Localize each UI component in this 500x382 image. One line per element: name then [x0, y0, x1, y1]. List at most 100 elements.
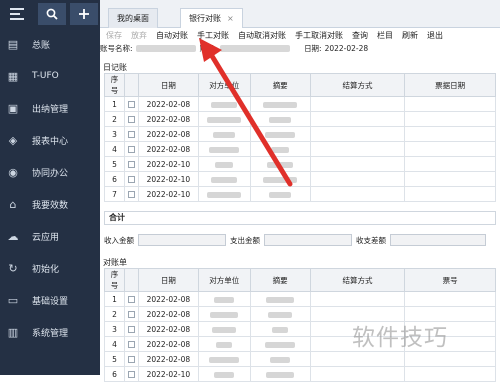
table-row[interactable]: 5 2022-02-10 — [104, 156, 496, 172]
table-row[interactable]: 3 2022-02-08 — [104, 126, 496, 142]
redacted-text — [207, 116, 242, 123]
account-info: 账号名称: 账号: 日期: 2022-02-28 — [100, 42, 500, 54]
statement-col-header[interactable]: 对方单位 — [197, 268, 251, 292]
toolbar-item-7[interactable]: 查询 — [352, 30, 368, 41]
row-select-cell — [123, 291, 139, 307]
journal-col-header[interactable]: 序号 — [104, 73, 125, 97]
row-checkbox[interactable] — [127, 296, 135, 303]
sidebar-item-3[interactable]: ▣ 出纳管理 — [0, 92, 100, 124]
row-cell — [404, 351, 496, 367]
statement-col-header[interactable] — [123, 268, 139, 292]
row-select-cell — [123, 366, 139, 382]
tab-my-desktop[interactable]: 我的桌面 — [108, 8, 158, 28]
row-number: 2 — [104, 306, 125, 322]
toolbar-item-5[interactable]: 自动取消对账 — [238, 30, 286, 41]
statement-col-header[interactable]: 日期 — [137, 268, 199, 292]
row-date: 2022-02-10 — [137, 186, 199, 202]
amounts-row: 收入金额 支出金额 收支差额 — [100, 233, 500, 247]
toolbar-item-1[interactable]: 保存 — [106, 30, 122, 41]
row-number: 2 — [104, 111, 125, 127]
row-cell — [249, 186, 311, 202]
table-row[interactable]: 4 2022-02-08 — [104, 141, 496, 157]
row-checkbox[interactable] — [127, 311, 135, 318]
toolbar-item-4[interactable]: 手工对账 — [197, 30, 229, 41]
redacted-text — [211, 176, 238, 183]
sidebar-item-5[interactable]: ◉ 协同办公 — [0, 156, 100, 188]
table-row[interactable]: 5 2022-02-08 — [104, 351, 496, 367]
sidebar-item-label: 基础设置 — [32, 296, 69, 307]
statement-col-header[interactable]: 摘要 — [249, 268, 311, 292]
sidebar-item-label: 云应用 — [32, 232, 60, 243]
table-row[interactable]: 7 2022-02-10 — [104, 186, 496, 202]
toolbar-item-8[interactable]: 栏目 — [377, 30, 393, 41]
journal-subtotal-row: 合计 — [104, 211, 496, 225]
tab-bank-reconciliation[interactable]: 银行对账 × — [180, 8, 243, 28]
initialize-icon: ↻ — [8, 261, 18, 275]
expense-amount-field[interactable] — [264, 234, 352, 246]
table-row[interactable]: 1 2022-02-08 — [104, 96, 496, 112]
sidebar-item-2[interactable]: ▦ T-UFO — [0, 60, 100, 92]
row-checkbox[interactable] — [127, 191, 135, 198]
journal-col-header[interactable]: 对方单位 — [197, 73, 251, 97]
row-checkbox[interactable] — [127, 131, 135, 138]
sidebar-item-9[interactable]: ▭ 基础设置 — [0, 284, 100, 316]
difference-field[interactable] — [390, 234, 486, 246]
table-row[interactable]: 1 2022-02-08 — [104, 291, 496, 307]
sidebar-item-10[interactable]: ▥ 系统管理 — [0, 316, 100, 348]
income-amount-field[interactable] — [138, 234, 226, 246]
row-number: 6 — [104, 171, 125, 187]
toolbar-item-9[interactable]: 刷新 — [402, 30, 418, 41]
row-number: 1 — [104, 291, 125, 307]
sidebar-item-7[interactable]: ☁ 云应用 — [0, 220, 100, 252]
statement-col-header[interactable]: 票号 — [404, 268, 496, 292]
toolbar: 保存 放弃 自动对账 手工对账 自动取消对账 手工取消对账 查询 栏目 刷新 退出 — [100, 28, 500, 42]
journal-col-header[interactable]: 结算方式 — [309, 73, 406, 97]
row-checkbox[interactable] — [127, 356, 135, 363]
row-cell — [249, 111, 311, 127]
journal-col-header[interactable] — [123, 73, 139, 97]
sidebar-item-8[interactable]: ↻ 初始化 — [0, 252, 100, 284]
toolbar-item-3[interactable]: 自动对账 — [156, 30, 188, 41]
row-checkbox[interactable] — [127, 146, 135, 153]
row-checkbox[interactable] — [127, 176, 135, 183]
journal-col-header[interactable]: 摘要 — [249, 73, 311, 97]
expense-amount-label: 支出金额 — [230, 235, 260, 245]
statement-title: 对账单 — [103, 258, 127, 267]
row-number: 5 — [104, 351, 125, 367]
toolbar-item-6[interactable]: 手工取消对账 — [295, 30, 343, 41]
redacted-text — [268, 311, 293, 318]
toolbar-item-2[interactable]: 放弃 — [131, 30, 147, 41]
sidebar-item-4[interactable]: ◈ 报表中心 — [0, 124, 100, 156]
sidebar-item-1[interactable]: ▤ 总账 — [0, 28, 100, 60]
toolbar-item-10[interactable]: 退出 — [427, 30, 443, 41]
row-checkbox[interactable] — [127, 101, 135, 108]
search-icon[interactable] — [38, 3, 66, 25]
account-number-value — [220, 44, 291, 52]
row-checkbox[interactable] — [127, 326, 135, 333]
table-row[interactable]: 6 2022-02-10 — [104, 366, 496, 382]
add-icon[interactable] — [70, 3, 98, 25]
row-cell — [309, 291, 406, 307]
row-checkbox[interactable] — [127, 341, 135, 348]
journal-col-header[interactable]: 票据日期 — [404, 73, 496, 97]
row-cell — [309, 156, 406, 172]
statement-col-header[interactable]: 结算方式 — [309, 268, 406, 292]
journal-col-header[interactable]: 日期 — [137, 73, 199, 97]
close-icon[interactable]: × — [227, 14, 234, 23]
row-cell — [404, 171, 496, 187]
sidebar-item-label: T-UFO — [32, 71, 59, 81]
row-number: 4 — [104, 336, 125, 352]
table-row[interactable]: 2 2022-02-08 — [104, 111, 496, 127]
row-checkbox[interactable] — [127, 161, 135, 168]
sidebar-nav: ▤ 总账 ▦ T-UFO ▣ 出纳管理 ◈ 报表中心 ◉ 协同办公 ⌂ 我要效数 ☁ 云应用 ↻ 初始化 ▭ 基础… — [0, 28, 100, 348]
sidebar-item-6[interactable]: ⌂ 我要效数 — [0, 188, 100, 220]
row-cell — [309, 126, 406, 142]
row-cell — [197, 321, 251, 337]
menu-toggle-icon[interactable] — [0, 0, 34, 28]
row-cell — [404, 141, 496, 157]
row-checkbox[interactable] — [127, 116, 135, 123]
sidebar-topbar — [0, 0, 100, 28]
statement-col-header[interactable]: 序号 — [104, 268, 125, 292]
row-cell — [309, 351, 406, 367]
table-row[interactable]: 6 2022-02-10 — [104, 171, 496, 187]
